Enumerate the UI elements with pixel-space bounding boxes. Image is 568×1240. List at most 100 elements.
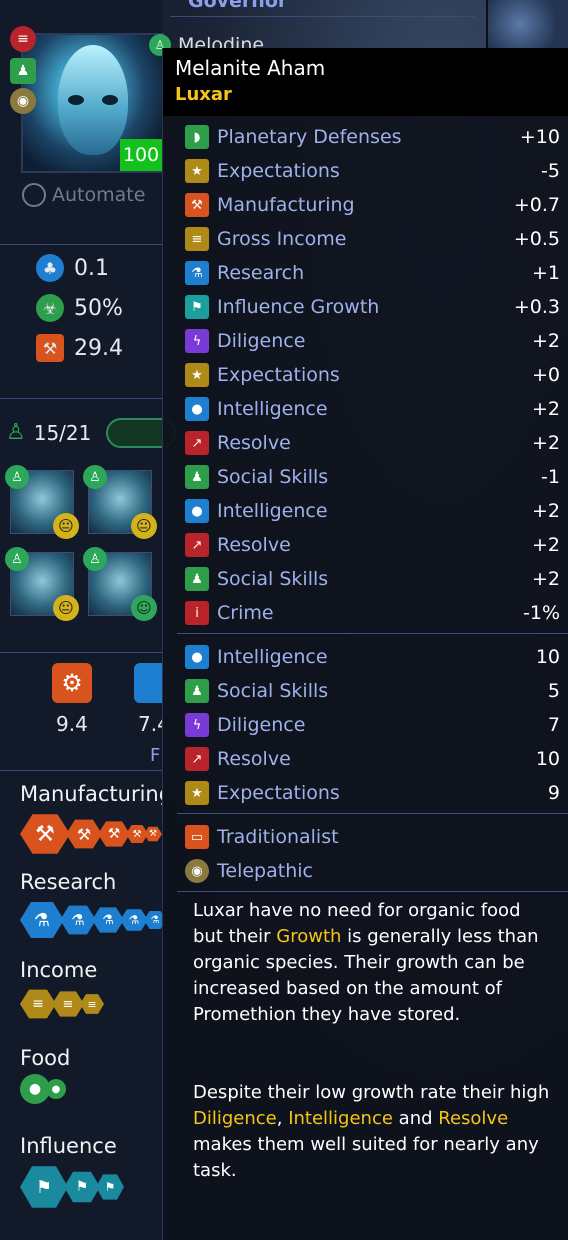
modifier-label: Intelligence (217, 398, 328, 420)
person-icon: ♙ (5, 547, 29, 571)
ability-label: Traditionalist (217, 826, 339, 848)
lightbulb-icon: ● (185, 499, 209, 523)
stat-row: ♣ 0.1 (36, 254, 109, 282)
modifier-value: +2 (531, 398, 560, 420)
trait-value: 10 (535, 646, 560, 668)
modifier-label: Expectations (217, 364, 340, 386)
governor-label: Governor (188, 0, 288, 12)
income-icons: ≡ ≡ ≡ (20, 988, 104, 1020)
person-icon: ♙ (6, 420, 26, 445)
influence-icons: ⚑ ⚑ ⚑ (20, 1164, 124, 1210)
influence-icon: ⚑ (64, 1171, 100, 1203)
trait-value: 10 (535, 748, 560, 770)
bolt-icon: ϟ (185, 329, 209, 353)
coins-icon: ≡ (185, 227, 209, 251)
flask-icon: ⚗ (120, 909, 148, 931)
influence-icon: ⚑ (185, 295, 209, 319)
trait-row: ★ Expectations 9 (185, 776, 560, 810)
truncated-label: F (150, 745, 161, 766)
planet-image (486, 0, 568, 48)
star-icon: ★ (185, 159, 209, 183)
flask-icon: ⚗ (20, 902, 64, 938)
person-icon: ♙ (83, 547, 107, 571)
hammer-icon: ⚒ (20, 814, 70, 854)
citizen-portrait[interactable]: ♙ 😐 (5, 547, 79, 621)
tree-icon: ♣ (36, 254, 64, 282)
book-icon: ▭ (185, 825, 209, 849)
divider (177, 633, 568, 634)
race-description-1: Luxar have no need for organic food but … (193, 898, 554, 1028)
divider (170, 16, 475, 17)
modifier-value: +2 (531, 432, 560, 454)
description-text: Despite their low growth rate their high (193, 1082, 550, 1103)
modifier-label: Crime (217, 602, 274, 624)
category-influence: Influence (20, 1134, 117, 1158)
ability-row: ◉ Telepathic (185, 854, 560, 888)
modifier-row: ★ Expectations +0 (185, 358, 560, 392)
leader-portrait[interactable]: 100 (21, 33, 164, 173)
stat-row: ⚒ 29.4 (36, 334, 123, 362)
race-description-2: Despite their low growth rate their high… (193, 1080, 554, 1184)
modifier-value: +0 (531, 364, 560, 386)
modifier-value: +10 (519, 126, 560, 148)
people-icon[interactable]: ♟ (10, 58, 36, 84)
modifier-value: -1% (523, 602, 560, 624)
hammer-icon: ⚒ (66, 819, 102, 849)
population-value: 15/21 (33, 420, 92, 445)
stat-value: 0.1 (74, 255, 109, 281)
divider (0, 652, 162, 653)
citizen-portrait[interactable]: ♙ 😐 (83, 465, 157, 539)
modifier-row: ⚗ Research +1 (185, 256, 560, 290)
neutral-face-icon: 😐 (53, 513, 79, 539)
eye (68, 95, 84, 105)
description-text: and (392, 1108, 439, 1129)
modifier-row: ⚑ Influence Growth +0.3 (185, 290, 560, 324)
modifier-row: ♟ Social Skills +2 (185, 562, 560, 596)
modifier-value: +0.5 (513, 228, 560, 250)
lightbulb-icon: ● (185, 645, 209, 669)
influence-icon: ⚑ (20, 1166, 68, 1208)
modifier-label: Influence Growth (217, 296, 380, 318)
modifier-row: ϟ Diligence +2 (185, 324, 560, 358)
automate-label: Automate (52, 184, 146, 206)
divider (177, 813, 568, 814)
telepathic-icon[interactable]: ◉ (10, 88, 36, 114)
person-icon: ♙ (83, 465, 107, 489)
modifier-row: ◗ Planetary Defenses +10 (185, 120, 560, 154)
trait-label: Expectations (217, 782, 340, 804)
highlight-diligence: Diligence (193, 1108, 277, 1129)
trait-label: Resolve (217, 748, 291, 770)
manufacturing-icons: ⚒ ⚒ ⚒ ⚒ ⚒ (20, 812, 162, 856)
citizen-portrait[interactable]: ♙ ☺ (83, 547, 157, 621)
modifier-value: +0.7 (513, 194, 560, 216)
leader-name: Melanite Aham (175, 56, 326, 80)
neutral-face-icon: 😐 (53, 595, 79, 621)
stat-value: 50% (74, 295, 123, 321)
trait-value: 7 (547, 714, 560, 736)
modifier-row: ⚒ Manufacturing +0.7 (185, 188, 560, 222)
crime-icon[interactable]: ≡ (10, 26, 36, 52)
trait-value: 5 (547, 680, 560, 702)
hammer-icon: ⚒ (98, 821, 130, 847)
trait-row: ● Intelligence 10 (185, 640, 560, 674)
stat-row: ☣ 50% (36, 294, 123, 322)
divider (0, 244, 162, 245)
automate-radio[interactable] (22, 183, 46, 207)
lightbulb-icon (134, 663, 162, 703)
citizen-portrait[interactable]: ♙ 😐 (5, 465, 79, 539)
hammer-icon: ⚒ (36, 334, 64, 362)
modifier-row: ● Intelligence +2 (185, 392, 560, 426)
food-icons: ● ● (20, 1074, 66, 1104)
coins-icon: ≡ (52, 991, 84, 1017)
shield-icon: ◗ (185, 125, 209, 149)
flask-icon: ⚗ (92, 907, 124, 933)
highlight-resolve: Resolve (438, 1108, 509, 1129)
apple-icon: ● (46, 1079, 66, 1099)
modifier-label: Manufacturing (217, 194, 355, 216)
trait-value: 9 (547, 782, 560, 804)
automate-toggle[interactable]: Automate (22, 183, 145, 207)
modifier-label: Resolve (217, 534, 291, 556)
resolve-icon: ↗ (185, 533, 209, 557)
person-icon: ♙ (5, 465, 29, 489)
modifier-row: ≡ Gross Income +0.5 (185, 222, 560, 256)
